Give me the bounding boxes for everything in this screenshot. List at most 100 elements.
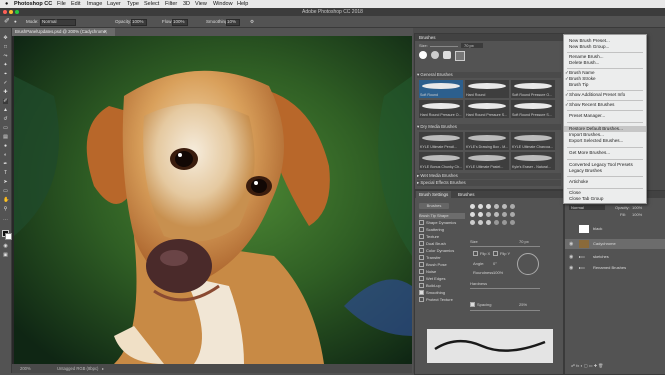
path-select-tool-icon[interactable]: ➤ [3, 180, 8, 185]
brush-tile[interactable]: KYLE Ultimate Charcoa... [511, 132, 555, 150]
settings-gear-icon[interactable]: ⚙ [250, 16, 254, 27]
checkbox[interactable] [419, 276, 424, 282]
layer-actions-icons[interactable]: ☍ fx ◐ ▢ ▭ ✚ 🗑 [571, 363, 603, 368]
lasso-tool-icon[interactable]: ⤳ [3, 54, 8, 59]
type-tool-icon[interactable]: T [3, 171, 8, 176]
screen-mode-icon[interactable]: ▣ [3, 253, 8, 258]
background-color-swatch[interactable] [5, 233, 12, 240]
menu-item-close-tab-group[interactable]: Close Tab Group [564, 196, 646, 202]
recent-brush-2[interactable] [431, 51, 439, 59]
more-tools-icon[interactable]: ⋯ [3, 218, 8, 223]
brush-tip[interactable] [486, 212, 491, 217]
brush-tip[interactable] [478, 212, 483, 217]
menu-item-get-more-brushes[interactable]: Get More Brushes... [564, 150, 646, 156]
close-window-icon[interactable] [3, 10, 7, 14]
eye-icon[interactable]: ◉ [569, 255, 573, 260]
spacing-value[interactable]: 25% [519, 302, 527, 307]
healing-tool-icon[interactable]: ✚ [3, 90, 8, 95]
close-document-icon[interactable]: × [104, 28, 107, 36]
option-transfer[interactable]: Transfer [419, 255, 465, 261]
menu-item-artichoke[interactable]: Artichoke [564, 179, 646, 185]
menu-edit[interactable]: Edit [71, 0, 80, 8]
menu-select[interactable]: Select [144, 0, 159, 8]
menu-item-preset-manager[interactable]: Preset Manager... [564, 113, 646, 119]
brush-tile[interactable]: Soft Round Pressure S... [511, 100, 555, 118]
minimize-window-icon[interactable] [9, 10, 13, 14]
tab-brushes[interactable]: Brushes [416, 34, 439, 41]
menu-image[interactable]: Image [87, 0, 102, 8]
menu-type[interactable]: Type [127, 0, 139, 8]
group-dry-media-brushes[interactable]: ▾ Dry Media Brushes [417, 124, 561, 130]
menu-help[interactable]: Help [237, 0, 248, 8]
brush-tile[interactable]: KYLE Ultimate Pencil... [419, 132, 463, 150]
history-brush-tool-icon[interactable]: ↺ [3, 117, 8, 122]
checkbox[interactable] [419, 262, 424, 268]
apple-icon[interactable]: ● [5, 0, 8, 8]
option-brush-pose[interactable]: Brush Pose [419, 262, 465, 268]
tab-brush-settings[interactable]: Brush Settings [416, 191, 452, 198]
menu-item-new-brush-group[interactable]: New Brush Group... [564, 44, 646, 50]
option-build-up[interactable]: Build-up [419, 283, 465, 289]
checkbox[interactable] [419, 290, 424, 296]
quick-select-tool-icon[interactable]: ✦ [3, 63, 8, 68]
option-smoothing[interactable]: Smoothing [419, 290, 465, 296]
angle-roundness-widget[interactable] [517, 253, 539, 275]
marquee-tool-icon[interactable]: □ [3, 45, 8, 50]
menu-3d[interactable]: 3D [183, 0, 190, 8]
option-brush-tip-shape[interactable]: Brush Tip Shape [419, 213, 465, 219]
menu-item-legacy-brushes[interactable]: Legacy Brushes [564, 168, 646, 174]
brush-tile[interactable]: Soft Round Pressure O... [511, 80, 555, 98]
brush-tip[interactable] [478, 220, 483, 225]
option-protect-texture[interactable]: Protect Texture [419, 297, 465, 303]
brush-tip[interactable] [494, 220, 499, 225]
brush-tip[interactable] [502, 212, 507, 217]
hardness-slider[interactable] [470, 288, 540, 289]
move-tool-icon[interactable]: ✥ [3, 36, 8, 41]
blur-tool-icon[interactable]: ● [3, 144, 8, 149]
checkbox[interactable] [419, 255, 424, 261]
layer-row[interactable]: ◉ Cadychrome [565, 239, 665, 249]
layer-row[interactable]: ◉ ▸▭ sketches [565, 252, 665, 262]
brush-tile[interactable]: KYLE's Drawing Box - M... [465, 132, 509, 150]
checkbox[interactable] [419, 269, 424, 275]
recent-brush-4[interactable] [455, 51, 465, 61]
eyedropper-tool-icon[interactable]: ✓ [3, 81, 8, 86]
zoom-window-icon[interactable] [15, 10, 19, 14]
flip-x-checkbox[interactable]: Flip X [473, 251, 490, 257]
menu-window[interactable]: Window [213, 0, 233, 8]
menu-item-show-recent-brushes[interactable]: ✓ Show Recent Brushes [564, 102, 646, 108]
checkbox[interactable] [419, 220, 424, 226]
eye-icon[interactable]: ◉ [569, 242, 573, 247]
size-slider[interactable] [430, 46, 458, 47]
app-menu[interactable]: Photoshop CC [14, 0, 52, 8]
menu-filter[interactable]: Filter [165, 0, 177, 8]
dog-painting[interactable] [14, 36, 412, 364]
checkbox[interactable] [419, 241, 424, 247]
menu-item-show-additional-preset-info[interactable]: ✓ Show Additional Preset Info [564, 92, 646, 98]
tab-brushes-2[interactable]: Brushes [455, 191, 478, 198]
brush-tip[interactable] [470, 220, 475, 225]
brush-tip[interactable] [502, 220, 507, 225]
option-dual-brush[interactable]: Dual Brush [419, 241, 465, 247]
option-color-dynamics[interactable]: Color Dynamics [419, 248, 465, 254]
menu-view[interactable]: View [195, 0, 207, 8]
option-texture[interactable]: Texture [419, 234, 465, 240]
brush-tile[interactable]: Soft Round [419, 80, 463, 98]
zoom-tool-icon[interactable]: ⚲ [3, 207, 8, 212]
flip-y-checkbox[interactable]: Flip Y [493, 251, 510, 257]
menu-item-delete-brush[interactable]: Delete Brush... [564, 60, 646, 66]
brush-tip[interactable] [470, 204, 475, 209]
spacing-slider[interactable] [470, 310, 540, 311]
brush-size-icon[interactable]: ● [14, 16, 17, 27]
hand-tool-icon[interactable]: ✋ [3, 198, 9, 203]
dodge-tool-icon[interactable]: ◐ [3, 153, 8, 158]
brush-tile[interactable]: KYLE Ultimate Pastel... [465, 152, 509, 170]
roundness-value[interactable]: 100% [493, 270, 503, 275]
status-arrow-icon[interactable]: ▸ [102, 364, 104, 373]
group-special-effects-brushes[interactable]: ▸ Special Effects Brushes [417, 180, 561, 186]
crop-tool-icon[interactable]: ⌖ [3, 72, 8, 77]
menu-item-brush-tip[interactable]: Brush Tip [564, 82, 646, 88]
option-noise[interactable]: Noise [419, 269, 465, 275]
brush-tool-icon[interactable]: ✐ [3, 99, 8, 104]
menu-item-export-selected-brushes[interactable]: Export Selected Brushes... [564, 138, 646, 144]
